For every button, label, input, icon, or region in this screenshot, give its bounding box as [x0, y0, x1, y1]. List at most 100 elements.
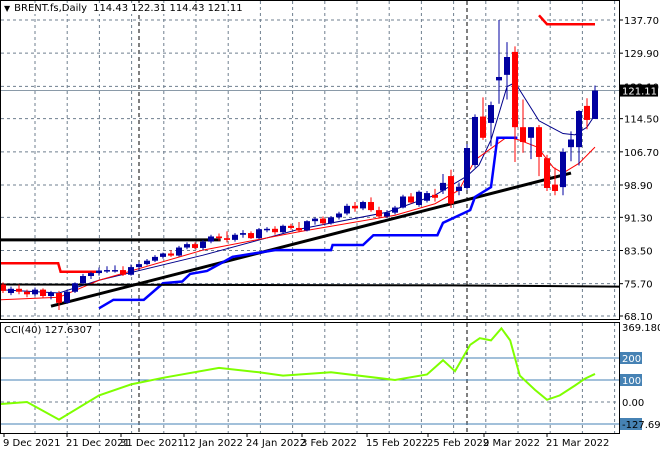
bearish-candle	[536, 125, 542, 177]
candle-body	[464, 148, 470, 188]
cci-panel-border	[0, 322, 620, 434]
date-label: 24 Jan 2022	[246, 438, 306, 449]
candle-body	[248, 233, 254, 239]
bullish-candle	[472, 114, 478, 168]
bullish-candle	[392, 205, 398, 215]
candle-body	[256, 229, 262, 239]
candle-body	[272, 228, 278, 233]
bearish-candle	[408, 193, 414, 204]
collapse-triangle-icon[interactable]: ▼	[4, 4, 10, 13]
candle-body	[416, 191, 422, 205]
bullish-candle	[400, 194, 406, 209]
symbol-label: BRENT.fs,Daily	[14, 3, 88, 14]
candle-body	[592, 90, 598, 119]
candle-body	[544, 158, 550, 188]
current-price-label: 121.11	[622, 87, 657, 98]
bearish-candle	[224, 231, 230, 243]
cci-min-label: -127.690	[622, 420, 660, 431]
candle-body	[376, 210, 382, 217]
candle-body	[536, 127, 542, 157]
bullish-candle	[128, 264, 134, 276]
bullish-candle	[232, 233, 238, 242]
bearish-candle	[352, 202, 358, 212]
bearish-candle	[520, 99, 526, 153]
bullish-candle	[160, 252, 166, 259]
bullish-candle	[64, 290, 70, 304]
chart-title: ▼ BRENT.fs,Daily 114.43 122.31 114.43 121.…	[4, 3, 243, 14]
bullish-candle	[208, 234, 214, 244]
candle-body	[408, 196, 414, 203]
candle-body	[584, 105, 590, 120]
bearish-candle	[512, 46, 518, 163]
candle-body	[384, 212, 390, 217]
date-label: 15 Feb 2022	[366, 438, 428, 449]
date-label: 21 Mar 2022	[546, 438, 609, 449]
candle-body	[528, 127, 534, 138]
candle-body	[128, 267, 134, 275]
candle-body	[64, 291, 70, 303]
cci-title: CCI(40) 127.6307	[4, 325, 93, 336]
bullish-candle	[424, 190, 430, 203]
candle-body	[32, 289, 38, 295]
price-label: 106.70	[624, 148, 659, 159]
bearish-candle	[16, 284, 22, 295]
bullish-candle	[312, 217, 318, 225]
price-label: 91.30	[624, 213, 653, 224]
candle-body	[480, 116, 486, 138]
candle-body	[424, 193, 430, 201]
bearish-candle	[552, 167, 558, 196]
candle-body	[72, 283, 78, 292]
candle-body	[168, 253, 174, 256]
candle-body	[552, 184, 558, 191]
candle-body	[160, 253, 166, 257]
date-label: 12 Jan 2022	[183, 438, 243, 449]
ohlc-high: 122.31	[131, 3, 167, 14]
bearish-candle	[192, 242, 198, 250]
candle-body	[432, 194, 438, 198]
candle-body	[136, 264, 142, 268]
candle-body	[568, 139, 574, 148]
bearish-candle	[432, 188, 438, 202]
upper-channel-early-line	[1, 262, 99, 274]
bullish-candle	[528, 127, 534, 160]
candle-body	[328, 217, 334, 224]
candle-body	[104, 270, 110, 272]
bearish-candle	[480, 97, 486, 140]
candle-body	[448, 176, 454, 204]
cci-max-label: 369.1807	[622, 323, 660, 334]
bullish-candle	[32, 287, 38, 297]
price-label: 114.50	[624, 115, 659, 126]
ohlc-open: 114.43	[93, 3, 129, 14]
price-chart[interactable]: 137.70129.90122.10114.50106.7098.9091.30…	[0, 0, 660, 450]
candle-body	[112, 270, 118, 272]
cci-value: 127.6307	[44, 325, 93, 336]
candle-body	[336, 213, 342, 218]
price-label: 83.50	[624, 247, 653, 258]
candle-body	[368, 202, 374, 211]
bearish-candle	[168, 250, 174, 257]
date-label: 9 Mar 2022	[483, 438, 540, 449]
bullish-candle	[112, 265, 118, 273]
cci-line	[1, 326, 596, 421]
price-label: 98.90	[624, 181, 653, 192]
date-label: 25 Feb 2022	[427, 438, 489, 449]
ma-fast-line	[1, 81, 596, 294]
candle-body	[224, 238, 230, 240]
bearish-candle	[368, 197, 374, 212]
ohlc-close: 121.11	[207, 3, 243, 14]
candle-body	[576, 111, 582, 148]
candle-body	[280, 225, 286, 233]
candle-body	[344, 205, 350, 214]
candle-body	[24, 291, 30, 295]
grid	[1, 1, 619, 433]
bullish-candle	[144, 259, 150, 266]
candle-body	[392, 207, 398, 213]
bullish-candle	[576, 110, 582, 166]
candle-body	[456, 186, 462, 191]
bearish-candle	[120, 266, 126, 277]
candle-body	[120, 270, 126, 275]
bearish-candle	[272, 226, 278, 235]
candle-body	[40, 289, 46, 297]
candle-body	[440, 182, 446, 191]
price-label: 75.70	[624, 280, 653, 291]
